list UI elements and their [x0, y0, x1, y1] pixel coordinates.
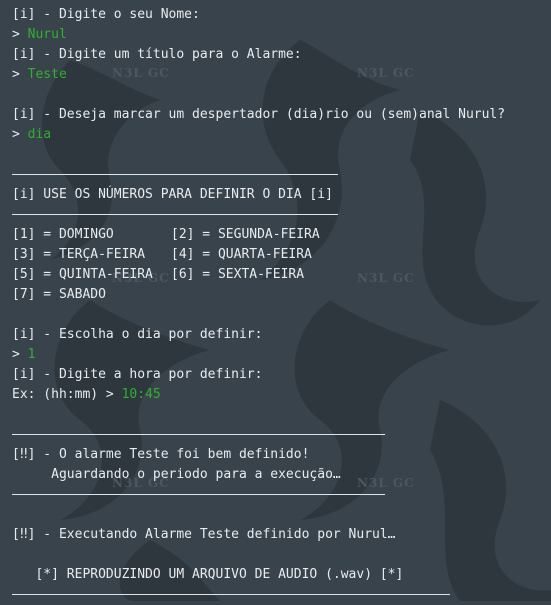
prompt-symbol: > — [12, 27, 28, 42]
prompt-symbol: > — [12, 127, 28, 142]
prompt-symbol: > — [12, 67, 28, 82]
type-input-value: dia — [27, 127, 52, 142]
name-input-value: Nurul — [27, 27, 67, 42]
waiting-message: Aguardando o periodo para a execução… — [12, 467, 341, 482]
day-option: [5] = QUINTA-FEIRA — [12, 267, 153, 282]
day-input-line: > 1 — [12, 345, 551, 365]
hour-input-value: 10:45 — [121, 387, 161, 402]
day-option: [1] = DOMINGO — [12, 227, 114, 242]
separator-line — [12, 585, 551, 605]
ask-type-line: [i] - Deseja marcar um despertador (dia)… — [12, 107, 506, 122]
ask-name-line: [i] - Digite o seu Nome: — [12, 7, 200, 22]
day-row: [7] = SABADO — [12, 285, 551, 305]
day-row: [1] = DOMINGO [2] = SEGUNDA-FEIRA — [12, 225, 551, 245]
day-row: [5] = QUINTA-FEIRA [6] = SEXTA-FEIRA — [12, 265, 551, 285]
day-option: [2] = SEGUNDA-FEIRA — [171, 227, 320, 242]
alarm-defined-message: [‼] - O alarme Teste foi bem definido! — [12, 447, 310, 462]
title-input-line: > Teste — [12, 65, 551, 85]
terminal-output: [i] - Digite o seu Nome: > Nurul [i] - D… — [12, 5, 551, 605]
executing-message: [‼] - Executando Alarme Teste definido p… — [12, 527, 396, 542]
day-option: [7] = SABADO — [12, 287, 106, 302]
type-input-line: > dia — [12, 125, 551, 145]
title-input-value: Teste — [27, 67, 67, 82]
ask-hour-line: [i] - Digite a hora por definir: — [12, 367, 263, 382]
ask-title-line: [i] - Digite um título para o Alarme: — [12, 47, 302, 62]
separator-line — [12, 425, 551, 445]
day-option: [4] = QUARTA-FEIRA — [171, 247, 312, 262]
name-input-line: > Nurul — [12, 25, 551, 45]
prompt-symbol: > — [12, 347, 28, 362]
separator-line — [12, 485, 551, 505]
separator-line — [12, 205, 551, 225]
separator-line — [12, 165, 551, 185]
hour-example-label: Ex: (hh:mm) > — [12, 387, 122, 402]
day-option: [3] = TERÇA-FEIRA — [12, 247, 146, 262]
ask-day-line: [i] - Escolha o dia por definir: — [12, 327, 263, 342]
day-row: [3] = TERÇA-FEIRA [4] = QUARTA-FEIRA — [12, 245, 551, 265]
hour-input-line: Ex: (hh:mm) > 10:45 — [12, 385, 551, 405]
playing-audio-message: [*] REPRODUZINDO UM ARQUIVO DE AUDIO (.w… — [12, 567, 404, 582]
use-numbers-heading: [i] USE OS NÚMEROS PARA DEFINIR O DIA [i… — [12, 187, 333, 202]
day-input-value: 1 — [27, 347, 36, 362]
day-option: [6] = SEXTA-FEIRA — [171, 267, 305, 282]
